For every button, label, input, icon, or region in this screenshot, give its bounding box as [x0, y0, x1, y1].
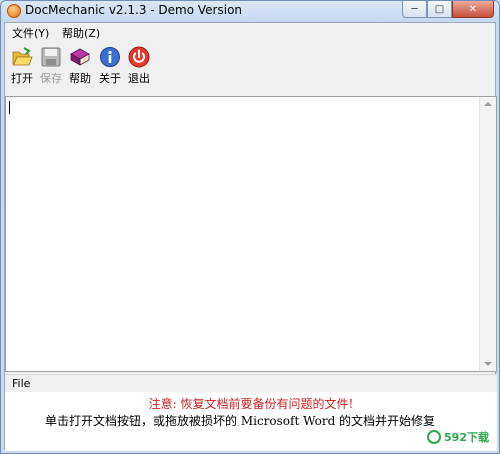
toolbar: 打开 保存 帮助 关于 退出: [5, 42, 495, 94]
scroll-up-arrow-icon[interactable]: [484, 102, 492, 106]
menu-help[interactable]: 帮助(Z): [62, 25, 100, 41]
document-text-area[interactable]: [5, 96, 497, 372]
open-button[interactable]: 打开: [8, 46, 36, 86]
maximize-button[interactable]: □: [427, 1, 452, 18]
save-disk-icon: [41, 47, 61, 67]
instruction-text: 单击打开文档按钮，或拖放被损坏的 Microsoft Word 的文档并开始修复: [45, 414, 436, 428]
scroll-down-arrow-icon[interactable]: [484, 362, 492, 366]
backup-warning-text: 注意: 恢复文档前要备份有问题的文件!: [148, 397, 354, 411]
file-column-label: File: [12, 377, 31, 390]
window-title: DocMechanic v2.1.3 - Demo Version: [25, 3, 243, 17]
notice-panel: 注意: 恢复文档前要备份有问题的文件! 单击打开文档按钮，或拖放被损坏的 Mic…: [5, 392, 497, 451]
vertical-scrollbar[interactable]: [479, 97, 496, 371]
menu-bar: 文件(Y) 帮助(Z): [5, 23, 495, 42]
title-bar[interactable]: DocMechanic v2.1.3 - Demo Version ─ □ ✕: [1, 1, 499, 21]
watermark-logo-icon: [427, 430, 442, 444]
help-label: 帮助: [69, 72, 91, 85]
help-book-icon: [70, 48, 90, 66]
help-button[interactable]: 帮助: [66, 46, 94, 86]
exit-button[interactable]: 退出: [125, 46, 153, 86]
save-button[interactable]: 保存: [37, 46, 65, 86]
info-icon: [100, 47, 120, 67]
about-button[interactable]: 关于: [96, 46, 124, 86]
save-label: 保存: [40, 72, 62, 85]
close-button[interactable]: ✕: [452, 1, 494, 18]
client-area: 文件(Y) 帮助(Z) 打开 保存 帮助 关于 退出 File 注意: 恢复文档…: [4, 22, 497, 451]
app-window: DocMechanic v2.1.3 - Demo Version ─ □ ✕ …: [0, 0, 500, 454]
minimize-button[interactable]: ─: [402, 1, 427, 18]
text-caret: [9, 101, 10, 114]
watermark-text: 592下载: [444, 431, 489, 444]
open-folder-icon: [12, 47, 33, 66]
open-label: 打开: [11, 72, 33, 85]
exit-label: 退出: [128, 72, 150, 85]
menu-file[interactable]: 文件(Y): [12, 25, 49, 41]
about-label: 关于: [99, 72, 121, 85]
app-logo-icon[interactable]: [7, 4, 21, 18]
file-panel-header: File: [5, 374, 497, 393]
caption-buttons: ─ □ ✕: [402, 1, 494, 18]
watermark: 592下载: [427, 429, 489, 445]
power-icon: [128, 46, 150, 68]
